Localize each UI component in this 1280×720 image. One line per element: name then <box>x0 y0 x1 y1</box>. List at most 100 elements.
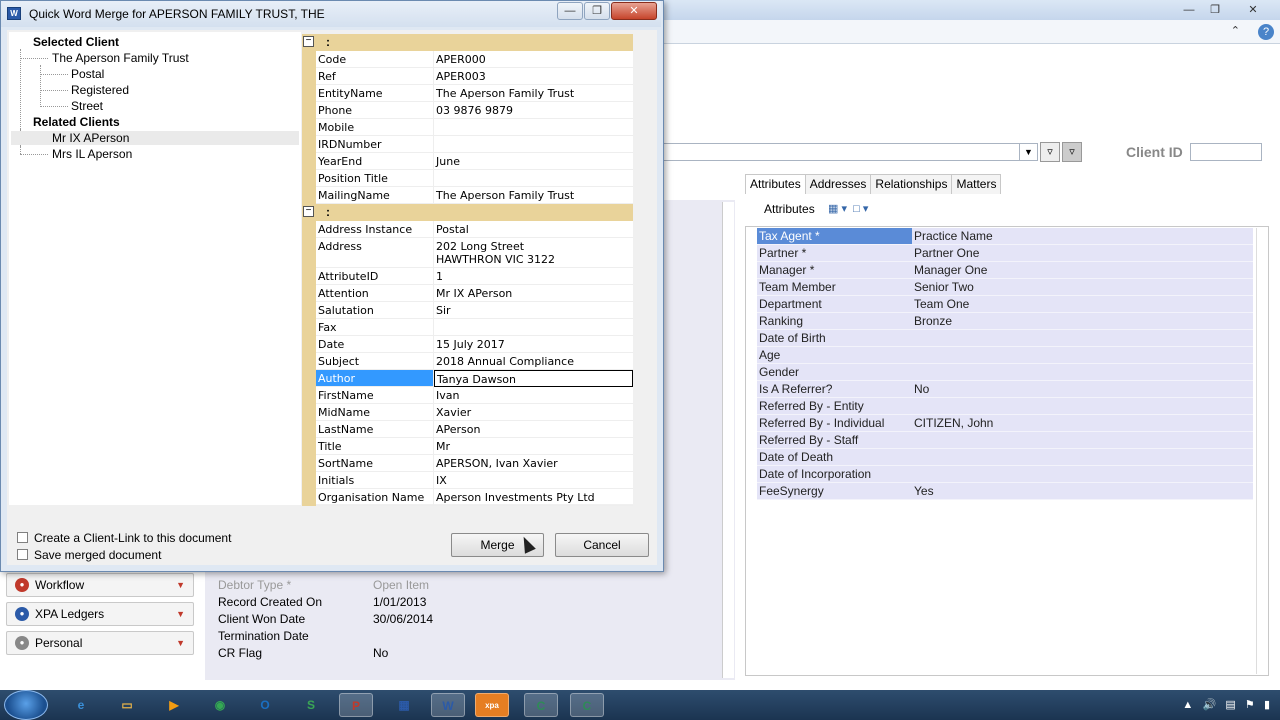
grid-field-name[interactable]: YearEnd <box>316 153 434 170</box>
grid-row-yearend[interactable]: YearEnd June <box>302 153 633 170</box>
grid-row-position-title[interactable]: Position Title <box>302 170 633 187</box>
xpa-icon[interactable]: xpa <box>475 693 509 717</box>
attribute-value[interactable]: Manager One <box>912 262 1253 278</box>
grid-field-value[interactable]: Ivan <box>434 387 633 404</box>
grid-field-name[interactable]: Author <box>316 370 434 387</box>
tree-related-client[interactable]: Mr IX APerson <box>11 131 299 145</box>
attribute-value[interactable]: Bronze <box>912 313 1253 329</box>
network-icon[interactable]: ▤ <box>1225 699 1235 711</box>
tray-expand-icon[interactable]: ▲ <box>1182 699 1193 711</box>
grid-field-value[interactable]: Postal <box>434 221 633 238</box>
nav-item-xpa-ledgers[interactable]: ● XPA Ledgers ▼ <box>6 602 194 626</box>
grid-field-value[interactable]: APERSON, Ivan Xavier <box>434 455 633 472</box>
attribute-value[interactable]: CITIZEN, John <box>912 415 1253 431</box>
tree-selected-client[interactable]: The Aperson Family Trust <box>52 51 189 65</box>
powerpoint-icon[interactable]: P <box>339 693 373 717</box>
attribute-value[interactable] <box>912 449 1253 465</box>
grid-row-subject[interactable]: Subject 2018 Annual Compliance <box>302 353 633 370</box>
grid-row-code[interactable]: Code APER000 <box>302 51 633 68</box>
grid-field-name[interactable]: Date <box>316 336 434 353</box>
save-merged-checkbox[interactable] <box>17 549 28 560</box>
attribute-row[interactable]: Partner * Partner One <box>757 245 1253 262</box>
attribute-row[interactable]: Manager * Manager One <box>757 262 1253 279</box>
show-desktop-button[interactable]: ▮ <box>1264 699 1270 711</box>
grid-row-date[interactable]: Date 15 July 2017 <box>302 336 633 353</box>
attribute-row[interactable]: Age <box>757 347 1253 364</box>
grid-field-value[interactable]: 202 Long Street HAWTHRON VIC 3122 <box>434 238 633 268</box>
cancel-button[interactable]: Cancel <box>555 533 649 557</box>
detail-row[interactable]: Termination Date <box>218 628 718 645</box>
grid-field-value[interactable]: 1 <box>434 268 633 285</box>
tree-selected-client-heading[interactable]: Selected Client <box>33 35 119 49</box>
attribute-value[interactable]: Senior Two <box>912 279 1253 295</box>
nav-item-workflow[interactable]: ● Workflow ▼ <box>6 573 194 597</box>
chevron-down-icon[interactable]: ▾ <box>841 203 847 215</box>
attributes-scrollbar[interactable] <box>1256 228 1268 674</box>
detail-value[interactable]: Open Item <box>373 577 718 594</box>
close-button[interactable]: ✕ <box>611 2 657 20</box>
grid-field-value[interactable]: The Aperson Family Trust <box>434 85 633 102</box>
app2-icon[interactable]: ▦ <box>387 693 421 717</box>
attribute-row[interactable]: Referred By - Staff <box>757 432 1253 449</box>
nav-item-personal[interactable]: ● Personal ▼ <box>6 631 194 655</box>
tree-related-client[interactable]: Mrs IL Aperson <box>52 147 132 161</box>
collapse-icon[interactable]: − <box>303 206 314 217</box>
grid-row-phone[interactable]: Phone 03 9876 9879 <box>302 102 633 119</box>
ribbon-collapse-icon[interactable]: ⌃ <box>1231 24 1240 37</box>
camtasia-icon[interactable]: C <box>524 693 558 717</box>
tree-address-registered[interactable]: Registered <box>71 83 129 97</box>
attribute-value[interactable] <box>912 364 1253 380</box>
grid-row-attention[interactable]: Attention Mr IX APerson <box>302 285 633 302</box>
attribute-row[interactable]: Referred By - Entity <box>757 398 1253 415</box>
grid-field-name[interactable]: IRDNumber <box>316 136 434 153</box>
detail-row[interactable]: CR Flag No <box>218 645 718 662</box>
detail-value[interactable]: 1/01/2013 <box>373 594 718 611</box>
bg-restore-button[interactable]: ❐ <box>1202 2 1228 18</box>
client-link-checkbox[interactable] <box>17 532 28 543</box>
attribute-row[interactable]: Date of Incorporation <box>757 466 1253 483</box>
grid-field-name[interactable]: Initials <box>316 472 434 489</box>
help-icon[interactable]: ? <box>1258 24 1274 40</box>
attribute-value[interactable]: Partner One <box>912 245 1253 261</box>
grid-field-name[interactable]: Salutation <box>316 302 434 319</box>
camtasia2-icon[interactable]: C <box>570 693 604 717</box>
attribute-value[interactable] <box>912 466 1253 482</box>
grid-field-name[interactable]: Phone <box>316 102 434 119</box>
tab-attributes[interactable]: Attributes <box>745 174 806 194</box>
attribute-row[interactable]: Tax Agent * Practice Name <box>757 228 1253 245</box>
minimize-button[interactable]: — <box>557 2 583 20</box>
app-icon[interactable]: S <box>294 693 328 717</box>
grid-row-address[interactable]: Address 202 Long Street HAWTHRON VIC 3122 <box>302 238 633 268</box>
grid-field-value[interactable] <box>434 319 633 336</box>
client-search-combo[interactable] <box>663 143 1038 161</box>
attribute-row[interactable]: Team Member Senior Two <box>757 279 1253 296</box>
attribute-row[interactable]: Gender <box>757 364 1253 381</box>
grid-row-irdnumber[interactable]: IRDNumber <box>302 136 633 153</box>
bg-minimize-button[interactable]: — <box>1176 2 1202 18</box>
attribute-value[interactable]: No <box>912 381 1253 397</box>
grid-field-value[interactable]: Sir <box>434 302 633 319</box>
grid-field-value[interactable] <box>434 170 633 187</box>
volume-icon[interactable]: 🔊 <box>1202 699 1216 711</box>
maximize-button[interactable]: ❐ <box>584 2 610 20</box>
grid-field-name[interactable]: SortName <box>316 455 434 472</box>
grid-field-value[interactable]: 03 9876 9879 <box>434 102 633 119</box>
grid-row-organisation-name[interactable]: Organisation Name Aperson Investments Pty… <box>302 489 633 506</box>
grid-field-value[interactable] <box>434 119 633 136</box>
grid-row-salutation[interactable]: Salutation Sir <box>302 302 633 319</box>
grid-field-value[interactable]: APER003 <box>434 68 633 85</box>
columns-icon[interactable]: ▦ <box>828 203 838 215</box>
collapse-icon[interactable]: − <box>303 36 314 47</box>
tree-address-postal[interactable]: Postal <box>71 67 104 81</box>
tab-addresses[interactable]: Addresses <box>804 174 872 194</box>
grid-field-value[interactable]: The Aperson Family Trust <box>434 187 633 204</box>
attribute-value[interactable]: Team One <box>912 296 1253 312</box>
grid-field-name[interactable]: Organisation Name <box>316 489 434 506</box>
grid-row-mailingname[interactable]: MailingName The Aperson Family Trust <box>302 187 633 204</box>
attribute-row[interactable]: Ranking Bronze <box>757 313 1253 330</box>
grid-row-sortname[interactable]: SortName APERSON, Ivan Xavier <box>302 455 633 472</box>
grid-row-address-instance[interactable]: Address Instance Postal <box>302 221 633 238</box>
grid-field-name[interactable]: Code <box>316 51 434 68</box>
client-details-scrollbar[interactable] <box>722 202 734 678</box>
grid-field-value[interactable]: Tanya Dawson <box>434 370 633 387</box>
